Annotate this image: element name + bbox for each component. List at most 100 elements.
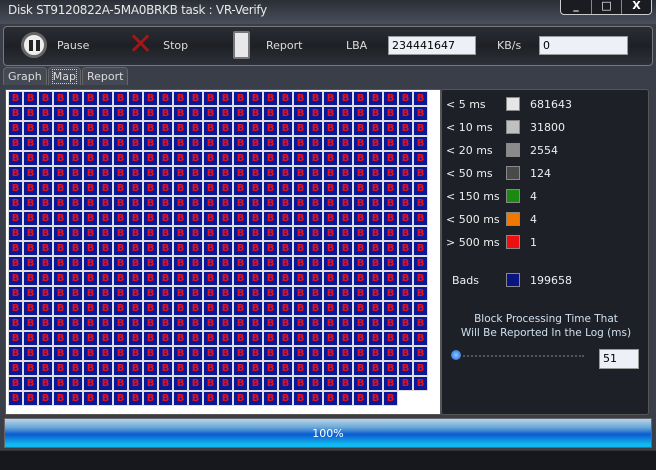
bad-block-cell: B bbox=[218, 391, 233, 406]
bad-block-cell: B bbox=[203, 316, 218, 331]
bad-block-cell: B bbox=[353, 256, 368, 271]
bad-block-cell: B bbox=[248, 106, 263, 121]
bad-block-cell: B bbox=[263, 256, 278, 271]
bad-block-cell: B bbox=[188, 91, 203, 106]
maximize-button[interactable]: □ bbox=[591, 0, 621, 14]
bad-block-cell: B bbox=[398, 241, 413, 256]
bad-block-cell: B bbox=[248, 256, 263, 271]
bad-block-cell: B bbox=[293, 166, 308, 181]
threshold-slider-track[interactable] bbox=[456, 355, 584, 357]
kbs-field[interactable]: 0 bbox=[539, 36, 628, 55]
bad-block-cell: B bbox=[278, 346, 293, 361]
bad-block-cell: B bbox=[83, 286, 98, 301]
caption-line-1: Block Processing Time That bbox=[474, 313, 618, 325]
bad-block-cell: B bbox=[413, 211, 428, 226]
bad-block-cell: B bbox=[278, 376, 293, 391]
status-bar bbox=[0, 450, 656, 470]
bad-block-cell: B bbox=[383, 226, 398, 241]
bad-block-cell: B bbox=[173, 256, 188, 271]
bad-block-cell: B bbox=[38, 256, 53, 271]
lba-field[interactable]: 234441647 bbox=[388, 36, 476, 55]
bad-block-cell: B bbox=[413, 181, 428, 196]
bad-block-cell: B bbox=[248, 121, 263, 136]
legend-label: < 20 ms bbox=[446, 143, 493, 157]
bad-block-cell: B bbox=[248, 226, 263, 241]
legend-swatch bbox=[506, 212, 520, 226]
bad-block-cell: B bbox=[83, 166, 98, 181]
bad-block-cell: B bbox=[233, 181, 248, 196]
bad-block-cell: B bbox=[293, 91, 308, 106]
bad-block-cell: B bbox=[143, 391, 158, 406]
bad-block-cell: B bbox=[263, 376, 278, 391]
bad-block-cell: B bbox=[413, 271, 428, 286]
threshold-slider-thumb[interactable] bbox=[451, 350, 461, 360]
bad-block-cell: B bbox=[68, 346, 83, 361]
bad-block-cell: B bbox=[23, 316, 38, 331]
bad-block-cell: B bbox=[83, 271, 98, 286]
bad-block-cell: B bbox=[188, 136, 203, 151]
bad-block-cell: B bbox=[368, 376, 383, 391]
bad-block-cell: B bbox=[143, 301, 158, 316]
bad-block-cell: B bbox=[368, 136, 383, 151]
bad-block-cell: B bbox=[293, 376, 308, 391]
bad-block-cell: B bbox=[188, 316, 203, 331]
bad-block-cell: B bbox=[113, 346, 128, 361]
threshold-field[interactable]: 51 bbox=[599, 349, 639, 369]
bad-block-cell: B bbox=[113, 361, 128, 376]
report-label: Report bbox=[266, 38, 303, 52]
report-button[interactable]: Report bbox=[233, 31, 302, 59]
bad-block-cell: B bbox=[248, 391, 263, 406]
bad-block-cell: B bbox=[398, 316, 413, 331]
bad-block-cell: B bbox=[83, 106, 98, 121]
bad-block-cell: B bbox=[368, 316, 383, 331]
bad-block-cell: B bbox=[323, 286, 338, 301]
bad-block-cell: B bbox=[23, 301, 38, 316]
bad-block-cell: B bbox=[203, 91, 218, 106]
bad-block-cell: B bbox=[263, 211, 278, 226]
bad-block-cell: B bbox=[278, 301, 293, 316]
bad-block-cell: B bbox=[413, 151, 428, 166]
bad-block-cell: B bbox=[323, 346, 338, 361]
bad-block-cell: B bbox=[383, 106, 398, 121]
bad-block-cell: B bbox=[98, 316, 113, 331]
bad-block-cell: B bbox=[398, 361, 413, 376]
legend-label: < 5 ms bbox=[446, 97, 486, 111]
bad-block-cell: B bbox=[38, 151, 53, 166]
stop-button[interactable]: ✕ Stop bbox=[128, 30, 188, 60]
bad-block-cell: B bbox=[128, 241, 143, 256]
bad-block-cell: B bbox=[398, 346, 413, 361]
bad-block-cell: B bbox=[293, 151, 308, 166]
bad-block-cell: B bbox=[98, 376, 113, 391]
bad-block-cell: B bbox=[8, 256, 23, 271]
bad-block-cell: B bbox=[143, 241, 158, 256]
bad-block-cell: B bbox=[338, 286, 353, 301]
bad-block-cell: B bbox=[143, 151, 158, 166]
bad-block-cell: B bbox=[98, 211, 113, 226]
bad-block-cell: B bbox=[8, 331, 23, 346]
bad-block-cell: B bbox=[233, 256, 248, 271]
bad-block-cell: B bbox=[233, 376, 248, 391]
bad-block-cell: B bbox=[263, 391, 278, 406]
bad-block-cell: B bbox=[8, 106, 23, 121]
bad-block-cell: B bbox=[248, 361, 263, 376]
bad-block-cell: B bbox=[368, 91, 383, 106]
bad-block-cell: B bbox=[38, 301, 53, 316]
pause-button[interactable]: Pause bbox=[21, 32, 89, 58]
close-button[interactable]: X bbox=[621, 0, 651, 14]
bad-block-cell: B bbox=[338, 301, 353, 316]
bad-block-cell: B bbox=[293, 181, 308, 196]
tab-report[interactable]: Report bbox=[81, 67, 129, 85]
bad-block-cell: B bbox=[68, 121, 83, 136]
bad-block-cell: B bbox=[308, 121, 323, 136]
tab-map[interactable]: Map bbox=[47, 67, 81, 85]
minimize-button[interactable]: _ bbox=[561, 0, 591, 14]
bad-block-cell: B bbox=[173, 166, 188, 181]
legend-label: Bads bbox=[452, 273, 480, 287]
bad-block-cell: B bbox=[263, 361, 278, 376]
tab-graph[interactable]: Graph bbox=[3, 67, 47, 85]
bad-block-cell: B bbox=[383, 376, 398, 391]
bad-block-cell: B bbox=[188, 106, 203, 121]
bad-block-cell: B bbox=[188, 301, 203, 316]
bad-block-cell: B bbox=[383, 136, 398, 151]
bad-block-cell: B bbox=[353, 151, 368, 166]
